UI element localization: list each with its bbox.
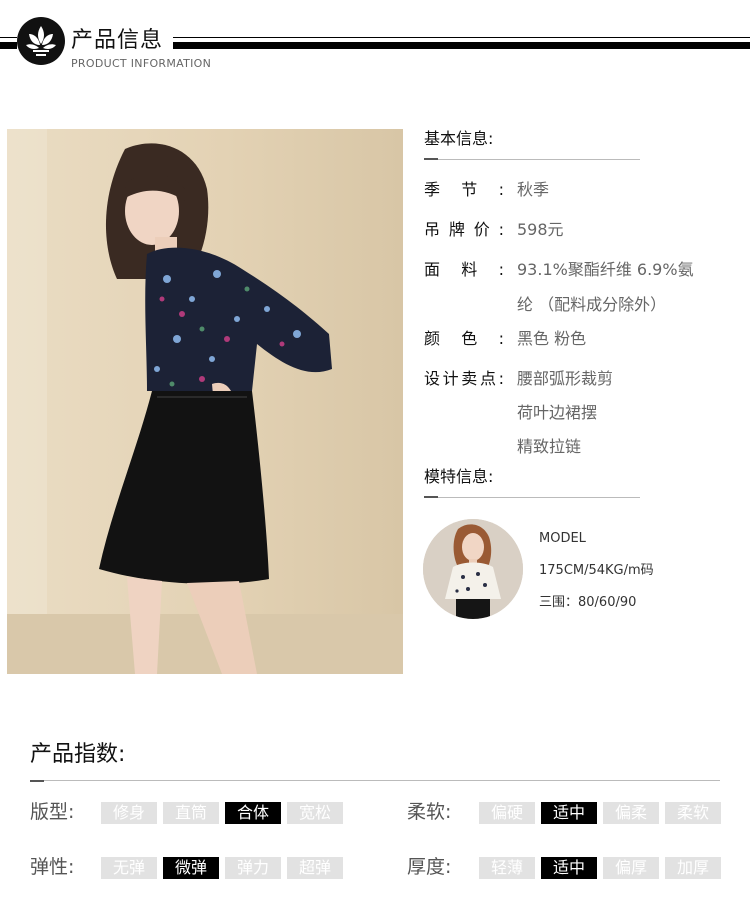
indices-title: 产品指数: xyxy=(30,742,126,767)
elasticity-option-slight: 微弹 xyxy=(163,857,219,879)
lotus-icon xyxy=(17,17,65,65)
thickness-option-thickish: 偏厚 xyxy=(603,857,659,879)
design-value-line-3: 精致拉链 xyxy=(517,437,582,456)
basic-info-rule xyxy=(424,159,640,160)
fabric-label: 面料: xyxy=(424,260,504,279)
header-subtitle: PRODUCT INFORMATION xyxy=(71,57,212,70)
model-size: 175CM/54KG/m码 xyxy=(539,563,654,578)
softness-option-stiff: 偏硬 xyxy=(479,802,535,824)
season-label: 季节: xyxy=(424,180,504,199)
indices-rule-accent xyxy=(30,780,44,782)
design-label: 设计卖点: xyxy=(424,369,504,388)
basic-info-rule-accent xyxy=(424,158,438,160)
price-label: 吊牌价: xyxy=(424,220,504,239)
model-info-title: 模特信息: xyxy=(424,467,494,486)
header-rule-left-thin xyxy=(0,37,17,38)
design-value-line-2: 荷叶边裙摆 xyxy=(517,403,598,422)
softness-option-medium: 适中 xyxy=(541,802,597,824)
model-info-rule xyxy=(424,497,640,498)
indices-rule xyxy=(30,780,720,781)
elasticity-option-super: 超弹 xyxy=(287,857,343,879)
fabric-value-line-1: 93.1%聚酯纤维 6.9%氨 xyxy=(517,260,694,279)
header-rule-thick xyxy=(173,42,750,49)
fit-option-loose: 宽松 xyxy=(287,802,343,824)
color-value: 黑色 粉色 xyxy=(517,329,587,348)
basic-info-title: 基本信息: xyxy=(424,129,494,148)
fit-option-straight: 直筒 xyxy=(163,802,219,824)
thickness-option-medium: 适中 xyxy=(541,857,597,879)
elasticity-option-stretch: 弹力 xyxy=(225,857,281,879)
header-rule-thin xyxy=(173,37,750,38)
elasticity-option-none: 无弹 xyxy=(101,857,157,879)
softness-option-soft: 柔软 xyxy=(665,802,721,824)
header-rule-left xyxy=(0,42,17,49)
model-avatar xyxy=(423,519,523,619)
thickness-option-thin: 轻薄 xyxy=(479,857,535,879)
fabric-value-line-2: 纶 （配料成分除外） xyxy=(517,295,667,314)
softness-label: 柔软: xyxy=(407,801,452,823)
model-info-rule-accent xyxy=(424,496,438,498)
elasticity-label: 弹性: xyxy=(30,856,75,878)
fit-option-slim: 修身 xyxy=(101,802,157,824)
fit-option-regular: 合体 xyxy=(225,802,281,824)
softness-option-softish: 偏柔 xyxy=(603,802,659,824)
season-value: 秋季 xyxy=(517,180,550,199)
color-label: 颜色: xyxy=(424,329,504,348)
model-name: MODEL xyxy=(539,531,586,546)
price-value: 598元 xyxy=(517,220,564,239)
design-value-line-1: 腰部弧形裁剪 xyxy=(517,369,614,388)
product-photo xyxy=(7,129,403,674)
header-title: 产品信息 xyxy=(71,28,164,53)
model-measurements: 三围：80/60/90 xyxy=(539,595,637,610)
thickness-option-thick: 加厚 xyxy=(665,857,721,879)
fit-label: 版型: xyxy=(30,801,75,823)
thickness-label: 厚度: xyxy=(407,856,452,878)
